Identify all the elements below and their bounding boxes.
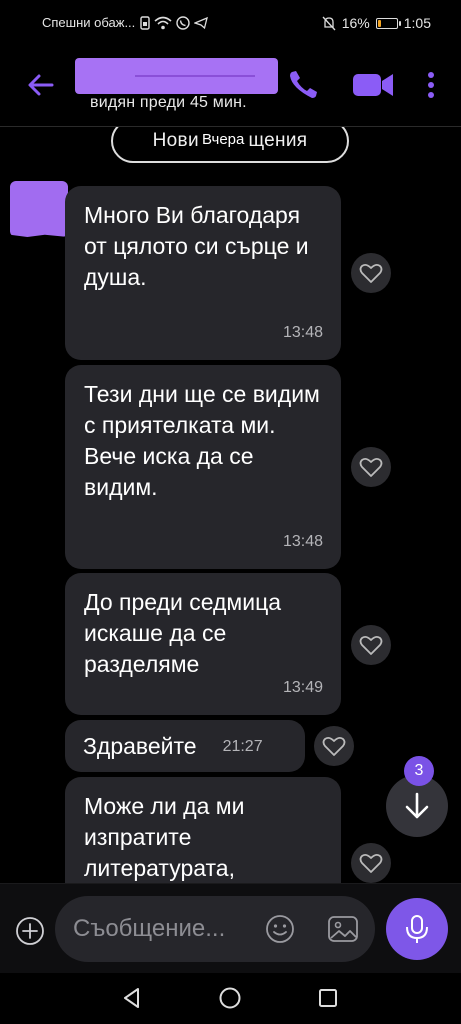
message-text: Много Ви благодаря от цялото си сърце и … bbox=[84, 202, 309, 290]
status-right: 16% 1:05 bbox=[322, 15, 431, 31]
message-text: Може ли да ми изпратите литературата, bbox=[84, 793, 245, 881]
contact-name-redacted[interactable] bbox=[75, 58, 278, 94]
like-button[interactable] bbox=[351, 447, 391, 487]
heart-icon bbox=[359, 853, 383, 873]
message-time: 13:48 bbox=[282, 324, 323, 341]
message-bubble[interactable]: Много Ви благодаря от цялото си сърце и … bbox=[65, 186, 341, 360]
message-list[interactable]: Нови съобщения Вчера Много Ви благодаря … bbox=[0, 127, 461, 883]
telegram-icon bbox=[194, 16, 209, 29]
arrow-down-icon bbox=[405, 792, 429, 819]
message-bubble[interactable]: Може ли да ми изпратите литературата, bbox=[65, 777, 341, 883]
heart-icon bbox=[322, 736, 346, 756]
heart-icon bbox=[359, 635, 383, 655]
chat-screen: Спешни обаж... 16% 1:05 видян преди 45 м… bbox=[0, 0, 461, 1024]
unread-count-badge: 3 bbox=[404, 756, 434, 786]
status-left: Спешни обаж... bbox=[42, 15, 209, 30]
wifi-icon bbox=[154, 16, 172, 29]
nav-back-triangle-icon[interactable] bbox=[120, 986, 144, 1010]
system-navigation-bar bbox=[0, 973, 461, 1024]
message-composer bbox=[0, 883, 461, 973]
status-bar: Спешни обаж... 16% 1:05 bbox=[0, 0, 461, 46]
nav-home-circle-icon[interactable] bbox=[218, 986, 242, 1010]
sticker-smile-icon[interactable] bbox=[264, 913, 296, 945]
mute-bell-icon bbox=[322, 16, 336, 30]
back-arrow-icon[interactable] bbox=[26, 70, 56, 100]
nav-recent-square-icon[interactable] bbox=[317, 987, 339, 1009]
message-time: 21:27 bbox=[222, 737, 263, 755]
plus-circle-icon[interactable] bbox=[15, 916, 45, 946]
message-input-container bbox=[55, 896, 375, 962]
message-text: Здравейте bbox=[83, 732, 197, 759]
heart-icon bbox=[359, 263, 383, 283]
date-label: Вчера bbox=[198, 130, 249, 150]
video-camera-icon[interactable] bbox=[351, 68, 395, 102]
like-button[interactable] bbox=[351, 253, 391, 293]
more-vertical-icon[interactable] bbox=[421, 68, 441, 102]
heart-icon bbox=[359, 457, 383, 477]
avatar-redacted[interactable] bbox=[10, 181, 68, 237]
voice-message-button[interactable] bbox=[386, 898, 448, 960]
message-time: 13:49 bbox=[282, 679, 323, 696]
chat-header: видян преди 45 мин. bbox=[0, 46, 461, 126]
microphone-icon bbox=[406, 915, 428, 943]
phone-icon[interactable] bbox=[286, 68, 320, 102]
like-button[interactable] bbox=[314, 726, 354, 766]
like-button[interactable] bbox=[351, 625, 391, 665]
message-bubble[interactable]: Здравейте 21:27 bbox=[65, 720, 305, 772]
last-seen-status: видян преди 45 мин. bbox=[90, 94, 247, 111]
message-input[interactable] bbox=[73, 896, 258, 962]
battery-icon bbox=[375, 17, 401, 29]
status-time: 1:05 bbox=[403, 15, 431, 31]
message-bubble[interactable]: До преди седмица искаше да се разделяме … bbox=[65, 573, 341, 715]
message-time: 13:48 bbox=[282, 533, 323, 550]
status-carrier-text: Спешни обаж... bbox=[42, 15, 136, 30]
status-notification-icons bbox=[140, 15, 209, 30]
message-text: Тези дни ще се видим с приятелката ми. В… bbox=[84, 381, 320, 500]
battery-percent: 16% bbox=[341, 15, 370, 31]
message-bubble[interactable]: Тези дни ще се видим с приятелката ми. В… bbox=[65, 365, 341, 569]
gallery-image-icon[interactable] bbox=[326, 913, 360, 945]
viber-notification-icon bbox=[176, 15, 190, 30]
like-button[interactable] bbox=[351, 843, 391, 883]
message-text: До преди седмица искаше да се разделяме bbox=[84, 589, 282, 677]
sim-icon bbox=[140, 15, 150, 30]
